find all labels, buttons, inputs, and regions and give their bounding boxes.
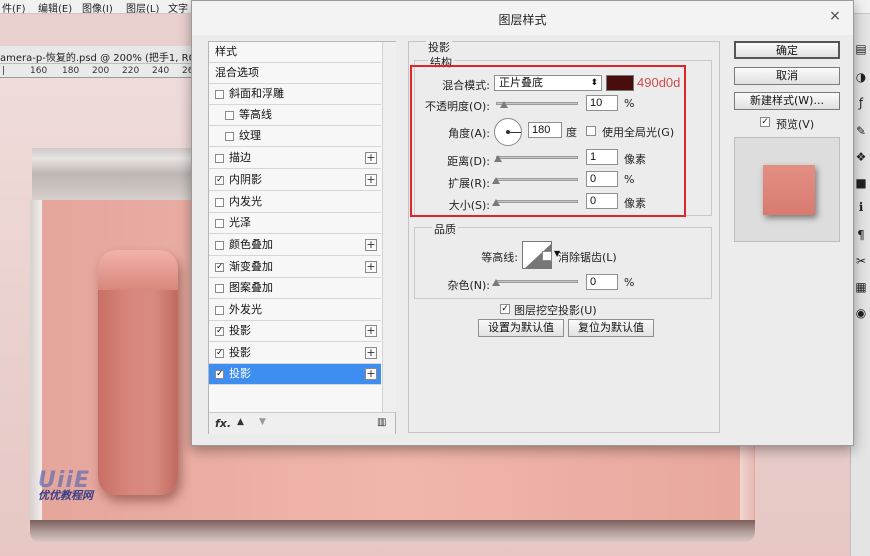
adjust-icon[interactable]: ◑ — [854, 70, 868, 84]
contour-label: 等高线: — [481, 251, 518, 264]
layer-style-dialog: 图层样式 × 样式 混合选项 斜面和浮雕 等高线 纹理 描边 + ✓ 内阴影 + 内发… — [191, 0, 854, 446]
preview-swatch — [763, 165, 815, 215]
reset-default-button[interactable]: 复位为默认值 — [568, 319, 654, 337]
dialog-titlebar[interactable]: 图层样式 × — [192, 1, 853, 35]
document-tab[interactable]: amera-p-恢复的.psd @ 200% (把手1, RGB/ — [0, 46, 195, 64]
style-list-item[interactable]: 样式 — [209, 42, 381, 63]
close-icon[interactable]: × — [828, 9, 842, 23]
noise-unit: % — [624, 276, 635, 289]
checkbox[interactable]: ✓ — [215, 327, 224, 336]
navigator-icon[interactable]: ■ — [854, 176, 868, 190]
style-list-item-contour[interactable]: 等高线 — [209, 105, 381, 126]
fx-icon[interactable]: fx. — [215, 417, 231, 430]
style-list-item-inner-glow[interactable]: 内发光 — [209, 192, 381, 213]
noise-slider[interactable] — [496, 280, 578, 283]
style-list-footer: fx. ▲ ▼ ▥ — [209, 412, 395, 434]
ruler-label: 240 — [152, 66, 170, 76]
checkbox[interactable] — [225, 111, 234, 120]
noise-slider-thumb[interactable] — [492, 279, 500, 286]
highlight-annotation-box — [410, 65, 686, 217]
add-icon[interactable]: + — [365, 174, 377, 186]
style-list-item-inner-shadow[interactable]: ✓ 内阴影 + — [209, 170, 381, 191]
ruler-label: 160 — [30, 66, 48, 76]
checkbox[interactable] — [215, 90, 224, 99]
preview-label: 预览(V) — [776, 118, 815, 131]
checkbox[interactable]: ✓ — [215, 370, 224, 379]
style-list-item-gradient-overlay[interactable]: ✓ 渐变叠加 + — [209, 257, 381, 278]
add-icon[interactable]: + — [365, 347, 377, 359]
checkbox[interactable] — [215, 306, 224, 315]
knockout-checkbox[interactable]: ✓ — [500, 304, 510, 314]
section-title: 投影 — [426, 39, 452, 55]
style-list-item[interactable]: 混合选项 — [209, 63, 381, 84]
menu-image[interactable]: 图像(I) — [82, 0, 113, 15]
fx-icon[interactable]: ƒ — [854, 96, 868, 110]
style-list-item-stroke[interactable]: 描边 + — [209, 148, 381, 169]
style-list-item-texture[interactable]: 纹理 — [209, 126, 381, 147]
move-down-icon[interactable]: ▼ — [259, 417, 266, 427]
ruler: | 160 180 200 220 240 260 — [0, 64, 199, 78]
style-list-item-satin[interactable]: 光泽 — [209, 213, 381, 234]
ruler-label: 220 — [122, 66, 140, 76]
dialog-title: 图层样式 — [498, 13, 547, 27]
style-list-item-pattern-overlay[interactable]: 图案叠加 — [209, 278, 381, 299]
add-icon[interactable]: + — [365, 261, 377, 273]
style-list-item-drop-shadow-selected[interactable]: ✓ 投影 + — [209, 364, 381, 385]
quality-title: 品质 — [432, 221, 458, 237]
add-icon[interactable]: + — [365, 368, 377, 380]
checkbox[interactable]: ✓ — [215, 349, 224, 358]
checkbox[interactable] — [225, 132, 234, 141]
style-list-item-drop-shadow[interactable]: ✓ 投影 + — [209, 343, 381, 364]
checkbox[interactable] — [215, 241, 224, 250]
info-icon[interactable]: ℹ — [854, 200, 868, 214]
menu-edit[interactable]: 编辑(E) — [38, 0, 72, 15]
checkbox[interactable] — [215, 219, 224, 228]
watermark-logo: UiiE — [38, 468, 90, 493]
artwork-handle-highlight — [98, 250, 178, 290]
artwork-box-bottom — [30, 520, 755, 542]
menu-file[interactable]: 件(F) — [2, 0, 26, 15]
ruler-label: 200 — [92, 66, 110, 76]
antialias-checkbox[interactable] — [542, 251, 552, 261]
add-icon[interactable]: + — [365, 325, 377, 337]
knockout-label: 图层挖空投影(U) — [514, 304, 597, 317]
menu-layer[interactable]: 图层(L) — [126, 0, 159, 15]
preview-thumbnail — [734, 137, 840, 242]
style-list: 样式 混合选项 斜面和浮雕 等高线 纹理 描边 + ✓ 内阴影 + 内发光 光泽 颜色… — [208, 41, 396, 434]
style-list-item-bevel[interactable]: 斜面和浮雕 — [209, 84, 381, 105]
tool-icon[interactable]: ▤ — [854, 42, 868, 56]
artwork-box-top — [32, 148, 194, 200]
add-icon[interactable]: + — [365, 239, 377, 251]
checkbox[interactable]: ✓ — [215, 263, 224, 272]
menu-type[interactable]: 文字 — [168, 0, 188, 15]
checkbox[interactable]: ✓ — [215, 176, 224, 185]
antialias-label: 消除锯齿(L) — [558, 251, 617, 264]
layers-icon[interactable]: ❖ — [854, 150, 868, 164]
checkbox[interactable] — [215, 154, 224, 163]
make-default-button[interactable]: 设置为默认值 — [478, 319, 564, 337]
ruler-label: 180 — [62, 66, 80, 76]
checkbox[interactable] — [215, 284, 224, 293]
sphere-icon[interactable]: ◉ — [854, 306, 868, 320]
style-list-item-outer-glow[interactable]: 外发光 — [209, 300, 381, 321]
artwork-box-right — [740, 440, 754, 522]
grid-icon[interactable]: ▦ — [854, 280, 868, 294]
new-style-button[interactable]: 新建样式(W)... — [734, 92, 840, 110]
paragraph-icon[interactable]: ¶ — [854, 228, 868, 242]
noise-input[interactable]: 0 — [586, 274, 618, 290]
add-icon[interactable]: + — [365, 152, 377, 164]
noise-label: 杂色(N): — [447, 279, 490, 292]
brush-icon[interactable]: ✎ — [854, 124, 868, 138]
list-scrollbar[interactable] — [382, 42, 396, 412]
ok-button[interactable]: 确定 — [734, 41, 840, 59]
watermark: UiiE 优优教程网 — [38, 468, 93, 503]
move-up-icon[interactable]: ▲ — [237, 417, 244, 427]
checkbox[interactable] — [215, 198, 224, 207]
cancel-button[interactable]: 取消 — [734, 67, 840, 85]
trash-icon[interactable]: ▥ — [377, 417, 386, 428]
scissors-icon[interactable]: ✂ — [854, 254, 868, 268]
style-list-item-color-overlay[interactable]: 颜色叠加 + — [209, 235, 381, 256]
preview-checkbox[interactable]: ✓ — [760, 117, 770, 127]
style-list-item-drop-shadow[interactable]: ✓ 投影 + — [209, 321, 381, 342]
